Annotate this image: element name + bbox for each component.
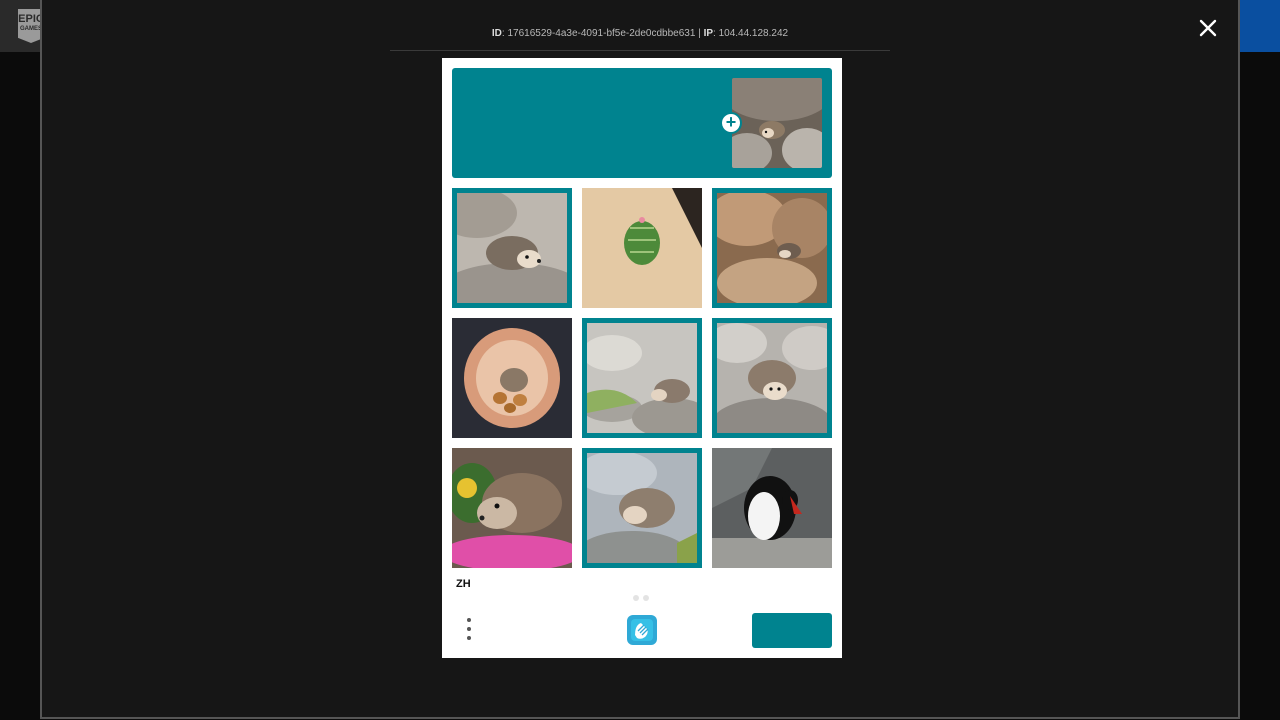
session-info: ID: 17616529-4a3e-4091-bf5e-2de0cdbbe631… <box>390 0 890 51</box>
image-tile-6[interactable] <box>712 318 832 438</box>
image-tile-9[interactable] <box>712 448 832 568</box>
captcha-modal: ID: 17616529-4a3e-4091-bf5e-2de0cdbbe631… <box>40 0 1240 719</box>
image-tile-3[interactable] <box>712 188 832 308</box>
image-tile-1[interactable] <box>452 188 572 308</box>
page-indicator <box>633 588 653 606</box>
more-options-icon[interactable] <box>464 618 474 644</box>
session-id-label: ID <box>491 28 502 39</box>
image-tile-7[interactable] <box>452 448 572 568</box>
page-dot <box>633 595 639 601</box>
ip-address: : 104.44.128.242 <box>713 28 789 39</box>
ip-label: IP <box>703 28 714 39</box>
image-tile-4[interactable] <box>452 318 572 438</box>
example-image[interactable] <box>732 78 822 168</box>
image-tile-8[interactable] <box>582 448 702 568</box>
hcaptcha-logo <box>627 615 657 645</box>
submit-button[interactable] <box>752 613 832 648</box>
close-icon[interactable] <box>1197 17 1219 39</box>
plus-icon[interactable]: + <box>720 112 742 134</box>
image-tile-2[interactable] <box>582 188 702 308</box>
page-dot <box>643 595 649 601</box>
language-selector[interactable]: ZH <box>456 578 471 590</box>
image-tile-5[interactable] <box>582 318 702 438</box>
hcaptcha-challenge: + ZH <box>442 58 842 658</box>
header-accent <box>1238 0 1280 52</box>
challenge-prompt: + <box>452 68 832 178</box>
session-id: : 17616529-4a3e-4091-bf5e-2de0cdbbe631 | <box>501 28 704 39</box>
